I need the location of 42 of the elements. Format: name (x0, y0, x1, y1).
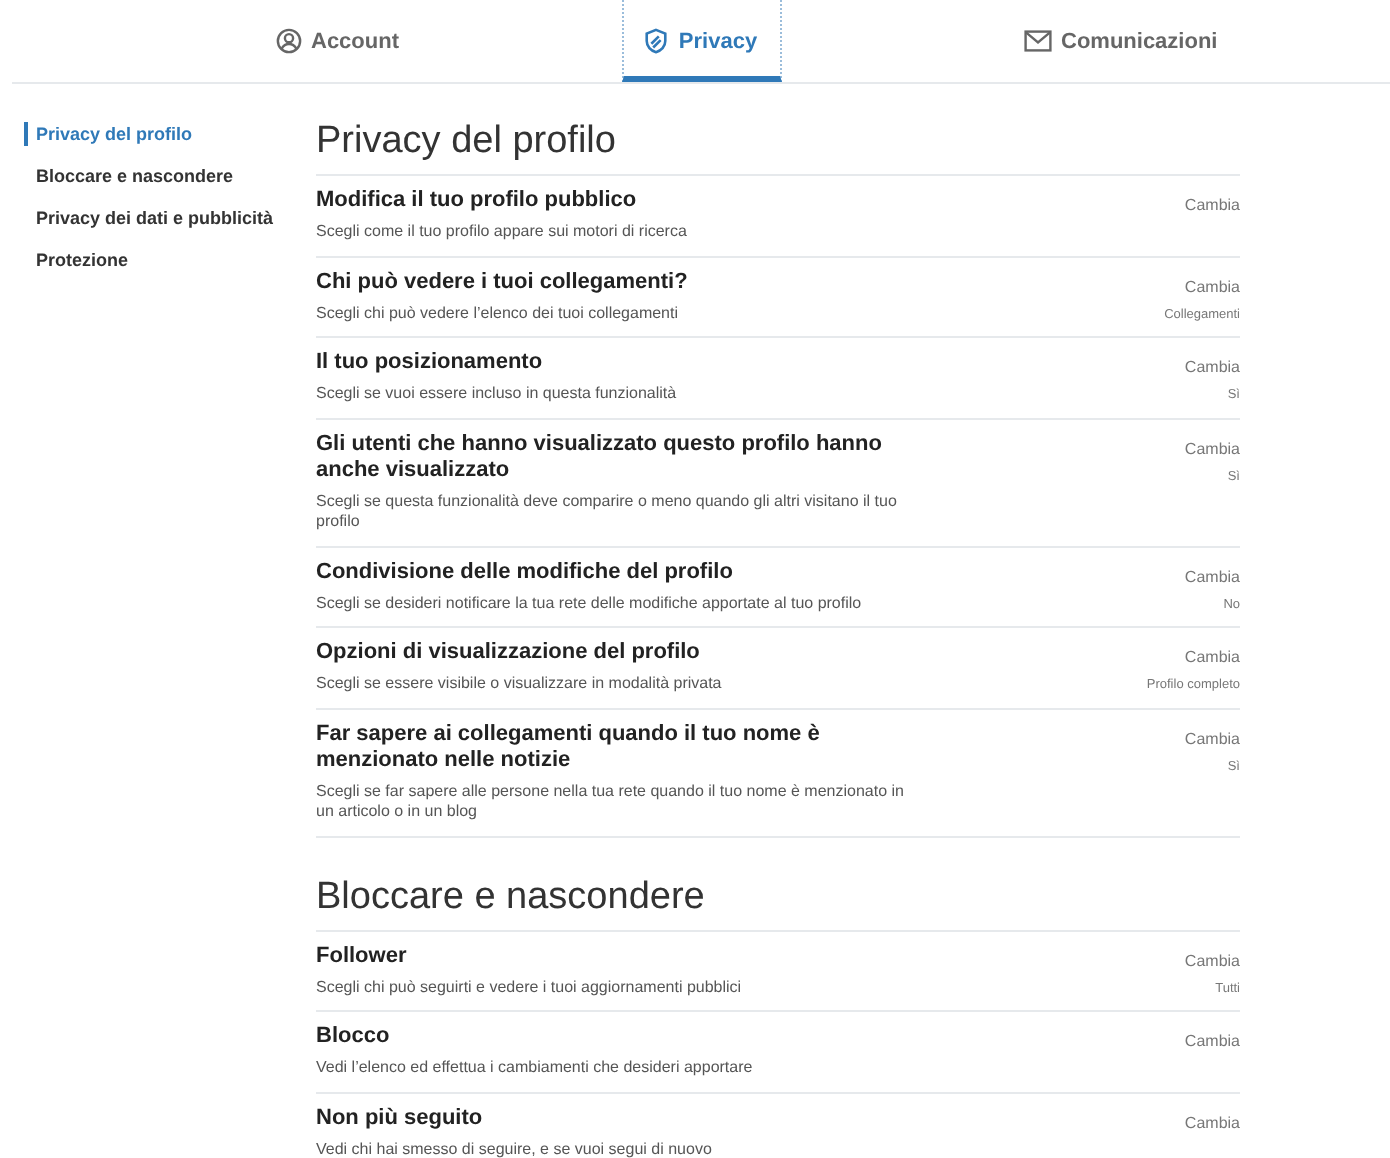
change-link[interactable]: Cambia (1184, 1032, 1240, 1050)
change-link[interactable]: Cambia (1184, 567, 1240, 585)
envelope-icon (1023, 30, 1051, 52)
tab[interactable]: Privacy (621, 0, 781, 82)
setting-description: Scegli chi può vedere l’elenco dei tuoi collegamenti (316, 303, 680, 324)
tab[interactable]: Account (263, 0, 411, 82)
setting-title: Blocco (316, 1024, 392, 1050)
shield-icon (644, 28, 669, 54)
setting-title: Il tuo posizionamento (316, 350, 545, 376)
setting-title: Gli utenti che hanno visualizzato questo profilo hanno anche visualizzato (316, 431, 884, 483)
change-link[interactable]: Cambia (1184, 277, 1240, 295)
change-link[interactable]: Cambia (1184, 729, 1240, 747)
change-link[interactable]: Cambia (1184, 648, 1240, 666)
setting-title: Follower (316, 943, 409, 969)
sidebar-item[interactable]: Privacy del profilo (24, 122, 316, 146)
section-title: Bloccare e nascondere (316, 873, 1240, 931)
setting-description: Vedi chi hai smesso di seguire, e se vuoi segui di nuovo (316, 1139, 714, 1158)
change-link[interactable]: Cambia (1184, 196, 1240, 214)
tab[interactable]: Comunicazioni (1011, 0, 1230, 82)
setting-description: Scegli se desideri notificare la tua rete delle modifiche apportate al tuo profilo (316, 593, 864, 614)
setting-description: Scegli se far sapere alle persone nella tua rete quando il tuo nome è menzionato in un articolo o in un blog (316, 781, 906, 823)
section-title: Privacy del profilo (316, 118, 1240, 176)
user-icon (275, 28, 301, 54)
setting-description: Scegli come il tuo profilo appare sui motori di ricerca (316, 222, 689, 243)
setting-title: Non più seguito (316, 1105, 485, 1131)
setting-description: Scegli se questa funzionalità deve comparire o meno quando gli altri visitano il tuo profilo (316, 491, 899, 533)
setting-title: Condivisione delle modifiche del profilo (316, 559, 735, 585)
setting-description: Scegli se vuoi essere incluso in questa funzionalità (316, 384, 679, 405)
change-link[interactable]: Cambia (1184, 439, 1240, 457)
setting-title: Chi può vedere i tuoi collegamenti? (316, 269, 690, 295)
setting-description: Scegli chi può seguirti e vedere i tuoi aggiornamenti pubblici (316, 977, 744, 998)
change-link[interactable]: Cambia (1184, 358, 1240, 376)
change-link[interactable]: Cambia (1184, 951, 1240, 969)
setting-title: Modifica il tuo profilo pubblico (316, 188, 639, 214)
setting-title: Opzioni di visualizzazione del profilo (316, 640, 702, 666)
setting-description: Vedi l’elenco ed effettua i cambiamenti che desideri apportare (316, 1058, 755, 1079)
sidebar-item[interactable]: Privacy dei dati e pubblicità (24, 206, 316, 230)
change-link[interactable]: Cambia (1184, 1113, 1240, 1131)
setting-description: Scegli se essere visibile o visualizzare in modalità privata (316, 674, 724, 695)
sidebar-item[interactable]: Bloccare e nascondere (24, 164, 316, 188)
sidebar-item[interactable]: Protezione (24, 248, 316, 272)
setting-title: Far sapere ai collegamenti quando il tuo nome è menzionato nelle notizie (316, 721, 822, 773)
